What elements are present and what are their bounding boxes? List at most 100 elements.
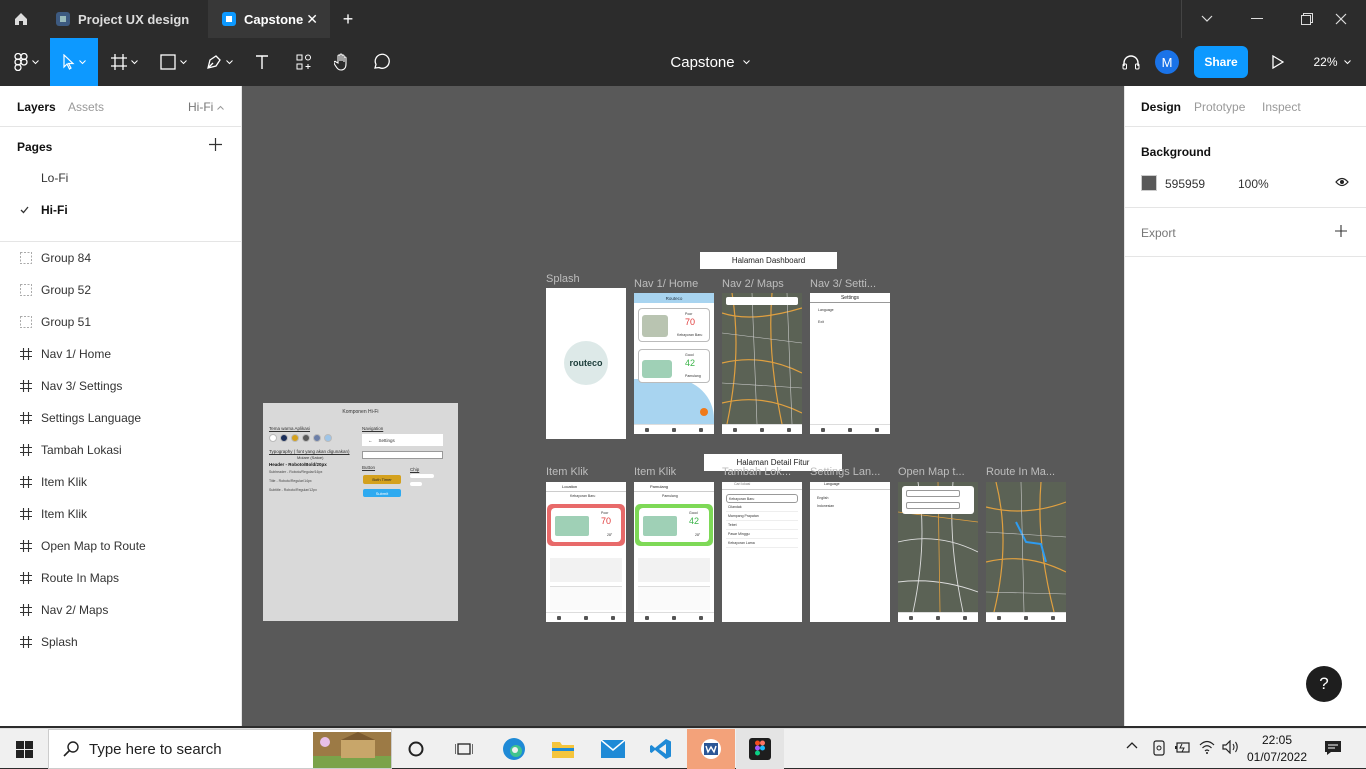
background-opacity-input[interactable]: 100% bbox=[1238, 177, 1269, 191]
layer-item[interactable]: Group 51 bbox=[0, 306, 241, 338]
frame-settings-language[interactable]: Language English Indonesian bbox=[810, 482, 890, 622]
mail-app[interactable] bbox=[589, 729, 637, 769]
layer-item[interactable]: Nav 2/ Maps bbox=[0, 594, 241, 626]
shape-tool-button[interactable] bbox=[152, 38, 194, 86]
design-canvas[interactable]: Komponen Hi-Fi Tema warna Aplikasi Typog… bbox=[242, 86, 1124, 726]
frame-label-route[interactable]: Route In Ma... bbox=[986, 466, 1066, 478]
volume-tray[interactable] bbox=[1222, 740, 1240, 754]
frame-item-klik-1[interactable]: Location Kebayoran Baru Poor 70 28° bbox=[546, 482, 626, 622]
battery-tray[interactable] bbox=[1175, 741, 1191, 753]
text-tool-button[interactable] bbox=[246, 38, 278, 86]
frame-route-in-maps[interactable] bbox=[986, 482, 1066, 622]
share-button[interactable]: Share bbox=[1194, 38, 1248, 86]
add-export-button[interactable] bbox=[1335, 225, 1347, 237]
card-status: Good bbox=[685, 353, 694, 357]
frame-label-splash[interactable]: Splash bbox=[546, 273, 626, 285]
taskbar-search-box[interactable]: Type here to search bbox=[48, 729, 392, 769]
comment-tool-button[interactable] bbox=[364, 38, 398, 86]
page-item-lofi[interactable]: Lo-Fi bbox=[0, 162, 241, 194]
frame-label-nav2[interactable]: Nav 2/ Maps bbox=[722, 278, 802, 290]
word-app[interactable] bbox=[687, 729, 735, 769]
show-hidden-icons-button[interactable] bbox=[1126, 741, 1138, 749]
notifications-button[interactable] bbox=[1324, 740, 1342, 756]
tab-project-ux-design[interactable]: Project UX design bbox=[42, 0, 208, 38]
tab-prototype[interactable]: Prototype bbox=[1194, 100, 1245, 114]
hand-tool-button[interactable] bbox=[326, 38, 358, 86]
user-avatar[interactable]: M bbox=[1155, 38, 1179, 86]
layer-item[interactable]: Item Klik bbox=[0, 498, 241, 530]
network-icon-tray[interactable] bbox=[1152, 740, 1166, 756]
file-title-button[interactable]: Capstone bbox=[660, 38, 760, 86]
clock-time[interactable]: 22:05 bbox=[1245, 733, 1309, 747]
layer-item[interactable]: Group 52 bbox=[0, 274, 241, 306]
mail-icon bbox=[601, 740, 625, 758]
frame-label-open-map[interactable]: Open Map t... bbox=[898, 466, 978, 478]
help-button[interactable]: ? bbox=[1306, 666, 1342, 702]
frame-label-nav3[interactable]: Nav 3/ Setti... bbox=[810, 278, 890, 290]
layer-item[interactable]: Route In Maps bbox=[0, 562, 241, 594]
layer-item[interactable]: Nav 3/ Settings bbox=[0, 370, 241, 402]
layer-item[interactable]: Nav 1/ Home bbox=[0, 338, 241, 370]
file-explorer-app[interactable] bbox=[539, 729, 587, 769]
divider bbox=[1125, 256, 1366, 257]
audio-button[interactable] bbox=[1116, 38, 1146, 86]
nav1-header: Routeco bbox=[634, 293, 714, 303]
pen-tool-button[interactable] bbox=[198, 38, 240, 86]
frame-nav1-home[interactable]: Routeco Poor 70 Kebayoran Baru Good 42 P… bbox=[634, 293, 714, 434]
frame-nav2-maps[interactable] bbox=[722, 293, 802, 434]
edge-app[interactable] bbox=[490, 729, 538, 769]
zoom-button[interactable]: 22% bbox=[1308, 38, 1356, 86]
layer-item[interactable]: Item Klik bbox=[0, 466, 241, 498]
new-tab-button[interactable]: + bbox=[330, 0, 366, 38]
nav1-card-1: Poor 70 Kebayoran Baru bbox=[638, 308, 710, 342]
tab-capstone[interactable]: Capstone ✕ bbox=[208, 0, 330, 38]
komponen-hifi-group[interactable]: Komponen Hi-Fi Tema warna Aplikasi Typog… bbox=[263, 403, 458, 621]
layer-item[interactable]: Splash bbox=[0, 626, 241, 658]
frame-nav3-settings[interactable]: Settings Language Exit bbox=[810, 293, 890, 434]
cortana-button[interactable] bbox=[392, 729, 440, 769]
frame-label-tambah[interactable]: Tambah Lok... bbox=[722, 466, 802, 478]
close-window-button[interactable] bbox=[1316, 0, 1366, 38]
frame-label-item2[interactable]: Item Klik bbox=[634, 466, 714, 478]
tab-design[interactable]: Design bbox=[1141, 100, 1181, 114]
page-selector[interactable]: Hi-Fi bbox=[188, 100, 225, 114]
chevron-down-icon[interactable] bbox=[1182, 0, 1232, 38]
add-page-button[interactable] bbox=[209, 138, 222, 151]
page-item-hifi[interactable]: Hi-Fi bbox=[0, 194, 241, 226]
frame-splash[interactable]: routeco bbox=[546, 288, 626, 439]
main-menu-button[interactable] bbox=[6, 38, 46, 86]
tab-assets[interactable]: Assets bbox=[68, 100, 104, 114]
background-heading: Background bbox=[1141, 145, 1212, 159]
background-hex-input[interactable]: 595959 bbox=[1165, 177, 1205, 191]
layer-item[interactable]: Open Map to Route bbox=[0, 530, 241, 562]
section-dashboard-label[interactable]: Halaman Dashboard bbox=[700, 252, 837, 269]
minimize-button[interactable] bbox=[1232, 0, 1282, 38]
layer-item[interactable]: Settings Language bbox=[0, 402, 241, 434]
city-illustration bbox=[642, 315, 668, 337]
start-button[interactable] bbox=[0, 729, 48, 769]
layer-label: Route In Maps bbox=[41, 571, 120, 585]
close-tab-icon[interactable]: ✕ bbox=[306, 11, 318, 28]
move-tool-button[interactable] bbox=[50, 38, 98, 86]
tab-layers[interactable]: Layers bbox=[17, 100, 56, 114]
wifi-tray[interactable] bbox=[1199, 740, 1215, 754]
tab-inspect[interactable]: Inspect bbox=[1262, 100, 1301, 114]
frame-label-item1[interactable]: Item Klik bbox=[546, 466, 626, 478]
resources-tool-button[interactable] bbox=[288, 38, 320, 86]
task-view-button[interactable] bbox=[440, 729, 488, 769]
frame-item-klik-2[interactable]: Pamulang Pamulang Good 42 28° bbox=[634, 482, 714, 622]
frame-tambah-lokasi[interactable]: Cari lokasi Kebayoran Baru Cilandak Mampan… bbox=[722, 482, 802, 622]
present-button[interactable] bbox=[1264, 38, 1292, 86]
frame-label-nav1[interactable]: Nav 1/ Home bbox=[634, 278, 714, 290]
layer-item[interactable]: Group 84 bbox=[0, 242, 241, 274]
clock-date[interactable]: 01/07/2022 bbox=[1245, 750, 1309, 764]
frame-label-settings-lang[interactable]: Settings Lan... bbox=[810, 466, 890, 478]
vscode-app[interactable] bbox=[637, 729, 685, 769]
frame-tool-button[interactable] bbox=[104, 38, 144, 86]
frame-open-map[interactable] bbox=[898, 482, 978, 622]
visibility-toggle[interactable] bbox=[1335, 177, 1349, 187]
figma-app[interactable] bbox=[736, 729, 784, 769]
layer-item[interactable]: Tambah Lokasi bbox=[0, 434, 241, 466]
home-tab[interactable] bbox=[0, 0, 42, 38]
background-color-swatch[interactable] bbox=[1141, 175, 1157, 191]
